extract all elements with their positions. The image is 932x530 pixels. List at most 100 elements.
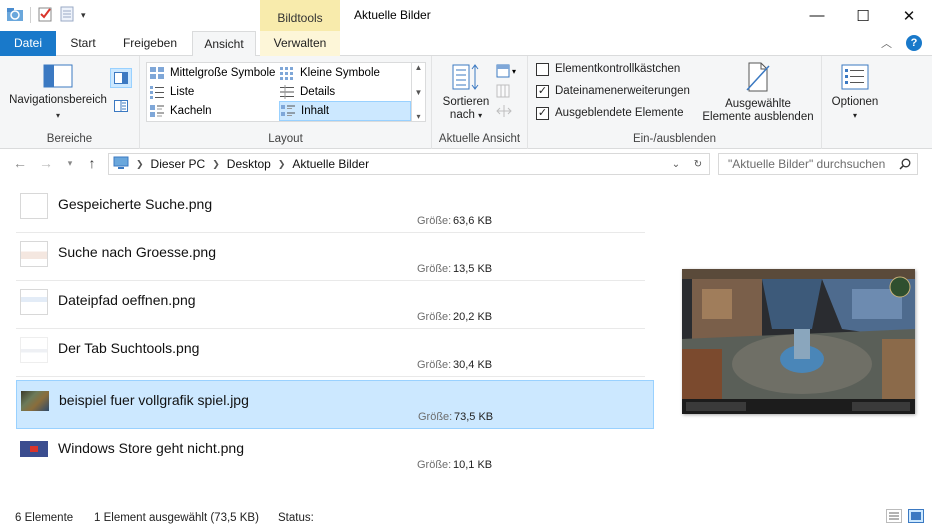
help-icon[interactable]: ? (906, 35, 922, 51)
layout-gallery: Mittelgroße Symbole Kleine Symbole Liste… (146, 62, 412, 122)
layout-small-icons-label: Kleine Symbole (300, 67, 380, 79)
group-by-icon (496, 64, 510, 78)
navigation-pane-icon (43, 64, 73, 88)
row-divider (16, 376, 645, 377)
small-icons-icon (280, 67, 293, 80)
layout-tiles[interactable]: Kacheln (149, 102, 277, 120)
hidden-items-option[interactable]: ✓ Ausgeblendete Elemente (536, 104, 684, 122)
item-checkboxes-option[interactable]: Elementkontrollkästchen (536, 60, 680, 78)
layout-medium-icons-label: Mittelgroße Symbole (170, 67, 276, 79)
file-item[interactable]: Suche nach Groesse.png Größe: 13,5 KB (16, 233, 654, 281)
file-item[interactable]: Gespeicherte Suche.png Größe: 63,6 KB (16, 185, 654, 233)
navigation-pane-dropdown-icon: ▾ (55, 111, 60, 120)
options-label: Optionen (831, 96, 879, 108)
breadcrumb-current-folder[interactable]: Aktuelle Bilder (292, 157, 369, 171)
maximize-button[interactable]: ☐ (840, 0, 886, 31)
qat-separator (30, 7, 31, 23)
search-icon[interactable] (899, 154, 911, 176)
qat-dropdown-icon[interactable]: ▾ (81, 10, 86, 21)
large-icons-view-button[interactable] (908, 509, 924, 523)
minimize-button[interactable]: — (794, 0, 840, 31)
hidden-items-checkbox[interactable]: ✓ (536, 106, 549, 120)
navigation-bar: ← → ▾ ↑ ❯ Dieser PC ❯ Desktop ❯ Aktuelle… (0, 149, 932, 179)
close-icon: ✕ (902, 7, 916, 25)
breadcrumb-desktop[interactable]: Desktop (227, 157, 271, 171)
large-icons-view-icon (911, 512, 921, 520)
tab-start[interactable]: Start (60, 31, 106, 56)
preview-pane-button[interactable] (110, 68, 132, 88)
file-thumbnail (20, 441, 48, 457)
file-item[interactable]: Der Tab Suchtools.png Größe: 30,4 KB (16, 329, 654, 377)
file-thumbnail (20, 193, 48, 219)
options-button[interactable]: Optionen ▾ (826, 64, 884, 122)
file-name: Dateipfad oeffnen.png (58, 292, 196, 308)
forward-arrow-icon: → (39, 155, 53, 171)
this-pc-icon (113, 156, 129, 173)
file-extensions-checkbox[interactable]: ✓ (536, 84, 549, 98)
group-by-button[interactable]: ▾ (496, 62, 522, 80)
address-bar[interactable]: ❯ Dieser PC ❯ Desktop ❯ Aktuelle Bilder … (108, 153, 710, 175)
status-selection: 1 Element ausgewählt (73,5 KB) (94, 512, 259, 524)
gallery-up-icon[interactable]: ▲ (415, 63, 423, 72)
layout-list[interactable]: Liste (149, 83, 277, 101)
file-size-label: Größe: (417, 263, 452, 275)
file-name: Windows Store geht nicht.png (58, 440, 244, 456)
tab-view[interactable]: Ansicht (192, 31, 256, 57)
layout-small-icons[interactable]: Kleine Symbole (279, 64, 409, 82)
details-view-button[interactable] (886, 509, 902, 523)
file-size-label: Größe: (417, 359, 452, 371)
file-item[interactable]: Windows Store geht nicht.png Größe: 10,1… (16, 429, 654, 477)
add-columns-icon (496, 84, 510, 98)
search-input[interactable]: "Aktuelle Bilder" durchsuchen (718, 153, 918, 175)
context-tab-group-header: Bildtools (260, 0, 340, 31)
navigation-pane-button[interactable]: Navigationsbereich ▾ (6, 64, 110, 122)
file-size: 20,2 KB (453, 311, 493, 323)
sort-by-button[interactable]: Sortieren nach ▾ (436, 62, 496, 122)
details-pane-button[interactable] (110, 96, 132, 116)
options-dropdown-icon: ▾ (852, 111, 857, 120)
hide-selected-button[interactable]: Ausgewählte Elemente ausblenden (698, 62, 818, 124)
recent-locations-button[interactable]: ▾ (62, 155, 78, 171)
up-button[interactable]: ↑ (84, 155, 100, 171)
tab-manage[interactable]: Verwalten (260, 31, 340, 56)
size-columns-icon (496, 105, 512, 117)
tab-share[interactable]: Freigeben (112, 31, 188, 56)
quick-access-toolbar: ▾ (6, 5, 86, 25)
item-checkboxes-checkbox[interactable] (536, 62, 549, 76)
tab-file[interactable]: Datei (0, 31, 56, 56)
collapse-ribbon-icon[interactable]: ︿ (881, 35, 892, 51)
layout-gallery-scroll[interactable]: ▲ ▼ ▾ (412, 62, 426, 122)
title-bar: ▾ Bildtools Aktuelle Bilder — ☐ ✕ (0, 0, 932, 31)
forward-button[interactable]: → (38, 155, 54, 171)
maximize-icon: ☐ (856, 7, 870, 25)
refresh-icon[interactable]: ↻ (688, 154, 708, 174)
breadcrumb-this-pc[interactable]: Dieser PC (151, 157, 206, 171)
layout-content[interactable]: Inhalt (279, 101, 411, 121)
back-button[interactable]: ← (12, 155, 28, 171)
gallery-expand-icon[interactable]: ▾ (416, 112, 420, 121)
options-icon (841, 64, 869, 90)
properties-icon[interactable] (37, 6, 53, 25)
hide-selected-label-1: Ausgewählte (725, 98, 791, 110)
size-columns-button[interactable] (496, 104, 516, 120)
layout-details[interactable]: Details (279, 83, 409, 101)
file-item[interactable]: Dateipfad oeffnen.png Größe: 20,2 KB (16, 281, 654, 329)
address-dropdown-icon[interactable]: ⌄ (666, 154, 686, 174)
new-folder-icon[interactable] (59, 6, 75, 25)
explorer-icon[interactable] (6, 6, 24, 25)
file-name: beispiel fuer vollgrafik spiel.jpg (59, 392, 249, 408)
file-item-selected[interactable]: beispiel fuer vollgrafik spiel.jpg Größe… (16, 380, 654, 429)
group-show-hide: Elementkontrollkästchen ✓ Dateinamenerwe… (528, 56, 822, 149)
sort-by-label-2: nach (449, 109, 475, 121)
layout-list-label: Liste (170, 86, 195, 98)
layout-medium-icons[interactable]: Mittelgroße Symbole (149, 64, 277, 82)
close-button[interactable]: ✕ (886, 0, 932, 31)
sort-icon (452, 64, 479, 90)
status-bar: 6 Elemente 1 Element ausgewählt (73,5 KB… (0, 506, 932, 530)
add-columns-button[interactable] (496, 84, 516, 100)
details-view-icon (889, 512, 899, 520)
gallery-down-icon[interactable]: ▼ (415, 88, 423, 97)
file-extensions-option[interactable]: ✓ Dateinamenerweiterungen (536, 82, 690, 100)
status-state: Status: (278, 512, 314, 524)
file-name: Gespeicherte Suche.png (58, 196, 213, 212)
